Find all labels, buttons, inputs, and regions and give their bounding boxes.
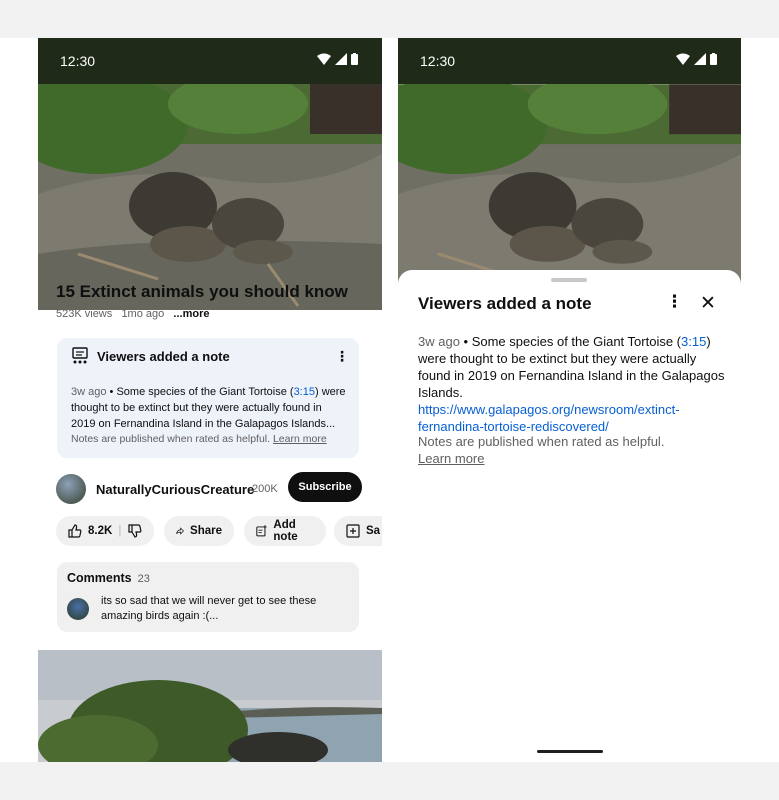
note-menu-icon[interactable]: ⋮	[335, 348, 349, 365]
coast-image	[38, 650, 382, 762]
close-icon[interactable]: ✕	[700, 292, 716, 315]
note-bottom-sheet: Viewers added a note ⋮ ✕ 3w ago • Some s…	[398, 270, 741, 762]
share-icon	[176, 527, 184, 535]
note-body: 3w ago • Some species of the Giant Torto…	[71, 384, 347, 432]
sheet-note-body: 3w ago • Some species of the Giant Torto…	[418, 333, 726, 435]
save-icon	[346, 524, 360, 538]
video-player-thumbnail[interactable]	[38, 84, 382, 310]
status-icons	[676, 53, 717, 65]
right-phone-screen: 12:30 Viewers added a note ⋮ ✕ 3w ago • …	[398, 38, 741, 762]
view-count: 523K views	[56, 308, 113, 320]
note-header-label: Viewers added a note	[97, 348, 230, 364]
learn-more-link[interactable]: Learn more	[273, 433, 327, 445]
note-age: 3w ago	[418, 334, 460, 349]
note-footer: Notes are published when rated as helpfu…	[71, 433, 327, 445]
sheet-footer: Notes are published when rated as helpfu…	[418, 433, 664, 467]
left-phone-screen: 12:30 15 Extinct animals you should know…	[38, 38, 382, 762]
sheet-title: Viewers added a note	[418, 294, 592, 313]
sheet-footer-text: Notes are published when rated as helpfu…	[418, 434, 665, 449]
source-url-link[interactable]: https://www.galapagos.org/newsroom/extin…	[418, 402, 680, 434]
note-timestamp-link[interactable]: 3:15	[681, 334, 706, 349]
next-video-thumbnail[interactable]	[38, 650, 382, 762]
status-bar: 12:30	[38, 38, 382, 84]
more-link[interactable]: ...more	[173, 308, 209, 320]
note-separator: •	[106, 386, 117, 398]
video-meta: 523K views 1mo ago ...more	[56, 308, 210, 320]
channel-avatar[interactable]	[56, 474, 86, 504]
signal-icon	[335, 53, 347, 65]
battery-icon	[351, 53, 358, 65]
drag-handle[interactable]	[551, 278, 587, 282]
sheet-menu-icon[interactable]: ⋮	[666, 292, 683, 312]
thumbs-up-icon	[68, 524, 82, 538]
notes-icon	[72, 347, 88, 364]
wifi-icon	[317, 53, 331, 65]
wifi-icon	[676, 53, 690, 65]
comments-section[interactable]: Comments 23 its so sad that we will never…	[57, 562, 359, 632]
commenter-avatar	[67, 598, 89, 620]
top-comment-text: its so sad that we will never get to see…	[101, 595, 317, 622]
save-button[interactable]: Sa	[334, 516, 382, 546]
tortoise-image	[38, 84, 382, 310]
note-text-before: Some species of the Giant Tortoise (	[116, 386, 294, 398]
gesture-nav-bar[interactable]	[537, 750, 603, 753]
channel-name[interactable]: NaturallyCuriousCreature	[96, 482, 254, 497]
add-note-button[interactable]: Add note	[244, 516, 326, 546]
note-text-before: Some species of the Giant Tortoise (	[471, 334, 682, 349]
share-label: Share	[190, 525, 222, 537]
upload-age: 1mo ago	[121, 308, 165, 320]
viewer-note-card[interactable]: Viewers added a note ⋮ 3w ago • Some spe…	[57, 338, 359, 458]
status-icons	[317, 53, 358, 65]
status-time: 12:30	[60, 53, 96, 69]
add-note-label: Add note	[273, 519, 298, 543]
note-timestamp-link[interactable]: 3:15	[294, 386, 315, 398]
divider: |	[118, 525, 122, 537]
note-age: 3w ago	[71, 386, 107, 398]
add-note-icon	[256, 525, 267, 537]
note-footer-text: Notes are published when rated as helpfu…	[71, 433, 271, 445]
note-separator: •	[459, 334, 472, 349]
subscribe-button[interactable]: Subscribe	[288, 472, 362, 502]
save-label: Sa	[366, 525, 381, 537]
comments-header: Comments 23	[67, 571, 150, 585]
share-button[interactable]: Share	[164, 516, 234, 546]
subscriber-count: 200K	[252, 483, 278, 495]
status-bar: 12:30	[398, 38, 741, 84]
video-title: 15 Extinct animals you should know	[56, 282, 348, 301]
signal-icon	[694, 53, 706, 65]
battery-icon	[710, 53, 717, 65]
channel-row: NaturallyCuriousCreature 200K Subscribe	[56, 472, 362, 504]
like-dislike-button[interactable]: 8.2K |	[56, 516, 154, 546]
comments-label: Comments	[67, 571, 132, 585]
thumbs-down-icon	[127, 524, 141, 538]
comments-count: 23	[137, 573, 150, 585]
action-bar: 8.2K | Share Add note Sa	[56, 516, 382, 548]
status-time: 12:30	[420, 53, 456, 69]
learn-more-link[interactable]: Learn more	[418, 451, 484, 466]
like-count: 8.2K	[88, 525, 113, 537]
note-header: Viewers added a note	[71, 347, 230, 365]
